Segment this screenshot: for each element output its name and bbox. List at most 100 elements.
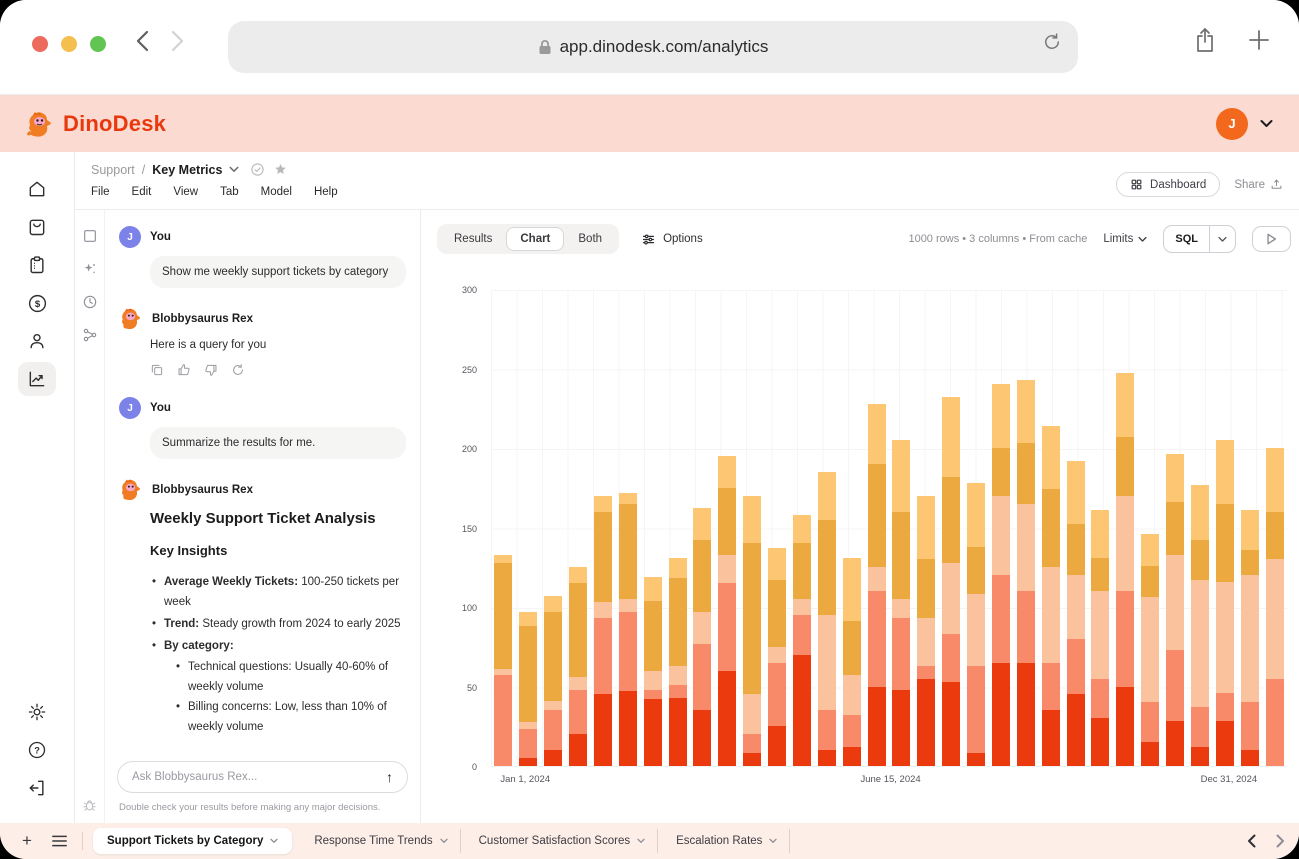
tabs-scroll-left-icon[interactable] [1247,834,1256,848]
stacked-bar[interactable] [1017,380,1035,766]
stacked-bar[interactable] [669,558,687,766]
bar-segment-light-orange [992,384,1010,448]
stacked-bar[interactable] [793,515,811,766]
stacked-bar[interactable] [693,508,711,766]
close-window-button[interactable] [32,36,48,52]
stacked-bar[interactable] [743,496,761,766]
stacked-bar[interactable] [1042,426,1060,766]
zoom-window-button[interactable] [90,36,106,52]
view-tab-chart[interactable]: Chart [506,227,564,251]
add-tab-button[interactable]: + [14,831,40,851]
new-tab-icon[interactable] [1247,28,1271,52]
stacked-bar[interactable] [594,496,612,766]
user-avatar[interactable]: J [1216,108,1248,140]
menu-help[interactable]: Help [314,186,338,198]
send-button[interactable]: ↑ [386,770,393,784]
title-chevron-down-icon[interactable] [229,166,239,173]
reload-icon[interactable] [1042,32,1062,52]
stacked-bar[interactable] [1091,510,1109,766]
chat-input[interactable] [132,771,386,783]
menu-edit[interactable]: Edit [132,186,152,198]
stacked-bar[interactable] [644,577,662,766]
chat-input-container[interactable]: ↑ [117,761,408,793]
stacked-bar[interactable] [1191,485,1209,766]
stacked-bar[interactable] [1166,454,1184,766]
message-actions [150,363,406,377]
stacked-bar[interactable] [892,440,910,766]
view-tab-both[interactable]: Both [564,227,616,251]
menu-file[interactable]: File [91,186,110,198]
stacked-bar[interactable] [544,596,562,766]
plot-area[interactable] [491,290,1287,767]
settings-gear-icon[interactable] [18,695,56,729]
breadcrumb-parent[interactable]: Support [91,163,135,177]
stacked-bar[interactable] [917,496,935,766]
thumbs-up-icon[interactable] [177,363,191,377]
history-clock-icon[interactable] [82,294,98,310]
forward-button[interactable] [171,30,184,52]
sidebar-item-customers[interactable] [18,324,56,358]
stacked-bar[interactable] [1266,448,1284,766]
sql-split-button[interactable]: SQL [1163,225,1236,253]
account-chevron-down-icon[interactable] [1260,119,1273,128]
stacked-bar[interactable] [519,612,537,766]
sidebar-item-tasks[interactable] [18,248,56,282]
sql-chevron-down-icon[interactable] [1209,226,1235,252]
sidebar-item-orders[interactable] [18,210,56,244]
query-tab-support-tickets[interactable]: Support Tickets by Category [93,828,292,854]
stacked-bar[interactable] [868,404,886,766]
limits-dropdown[interactable]: Limits [1103,233,1147,245]
notebook-panel-icon[interactable] [82,228,98,244]
bot-name: Blobbysaurus Rex [152,313,253,325]
bar-segment-salmon [494,675,512,766]
minimize-window-button[interactable] [61,36,77,52]
run-query-button[interactable] [1252,226,1291,252]
view-tab-results[interactable]: Results [440,227,506,251]
sidebar-item-analytics[interactable] [18,362,56,396]
url-bar[interactable]: app.dinodesk.com/analytics [228,21,1078,73]
menu-tab[interactable]: Tab [220,186,239,198]
sidebar-item-home[interactable] [18,172,56,206]
stacked-bar[interactable] [1216,440,1234,766]
query-tab-satisfaction[interactable]: Customer Satisfaction Scores [467,829,658,853]
favorite-star-icon[interactable] [273,162,288,177]
logout-icon[interactable] [18,771,56,805]
stacked-bar[interactable] [1241,510,1259,766]
regenerate-icon[interactable] [231,363,245,377]
stacked-bar[interactable] [1141,534,1159,766]
brand[interactable]: DinoDesk [26,109,166,139]
thumbs-down-icon[interactable] [204,363,218,377]
back-button[interactable] [136,30,149,52]
stacked-bar[interactable] [942,397,960,766]
stacked-bar[interactable] [967,483,985,766]
stacked-bar[interactable] [843,558,861,766]
sparkles-ai-icon[interactable] [82,261,98,277]
stacked-bar[interactable] [619,493,637,766]
sql-label[interactable]: SQL [1164,226,1209,252]
options-button[interactable]: Options [641,232,703,247]
stacked-bar[interactable] [1067,461,1085,766]
query-tab-response-time[interactable]: Response Time Trends [302,829,460,853]
dashboard-button[interactable]: Dashboard [1116,172,1220,197]
copy-icon[interactable] [150,363,164,377]
bug-report-icon[interactable] [82,798,97,813]
chat-messages[interactable]: J You Show me weekly support tickets by … [105,210,420,753]
branch-graph-icon[interactable] [82,327,98,343]
stacked-bar[interactable] [992,384,1010,766]
tabs-scroll-right-icon[interactable] [1276,834,1285,848]
sidebar-item-billing[interactable]: $ [18,286,56,320]
help-icon[interactable]: ? [18,733,56,767]
stacked-bar[interactable] [1116,373,1134,766]
query-tab-escalation[interactable]: Escalation Rates [664,829,790,853]
breadcrumb-current[interactable]: Key Metrics [152,163,222,177]
tab-list-menu-icon[interactable] [46,835,72,847]
browser-share-icon[interactable] [1193,26,1217,54]
menu-view[interactable]: View [173,186,198,198]
menu-model[interactable]: Model [261,186,292,198]
stacked-bar[interactable] [718,456,736,766]
stacked-bar[interactable] [494,555,512,766]
stacked-bar[interactable] [569,567,587,766]
stacked-bar[interactable] [768,548,786,766]
stacked-bar[interactable] [818,472,836,766]
share-button[interactable]: Share [1234,178,1283,191]
